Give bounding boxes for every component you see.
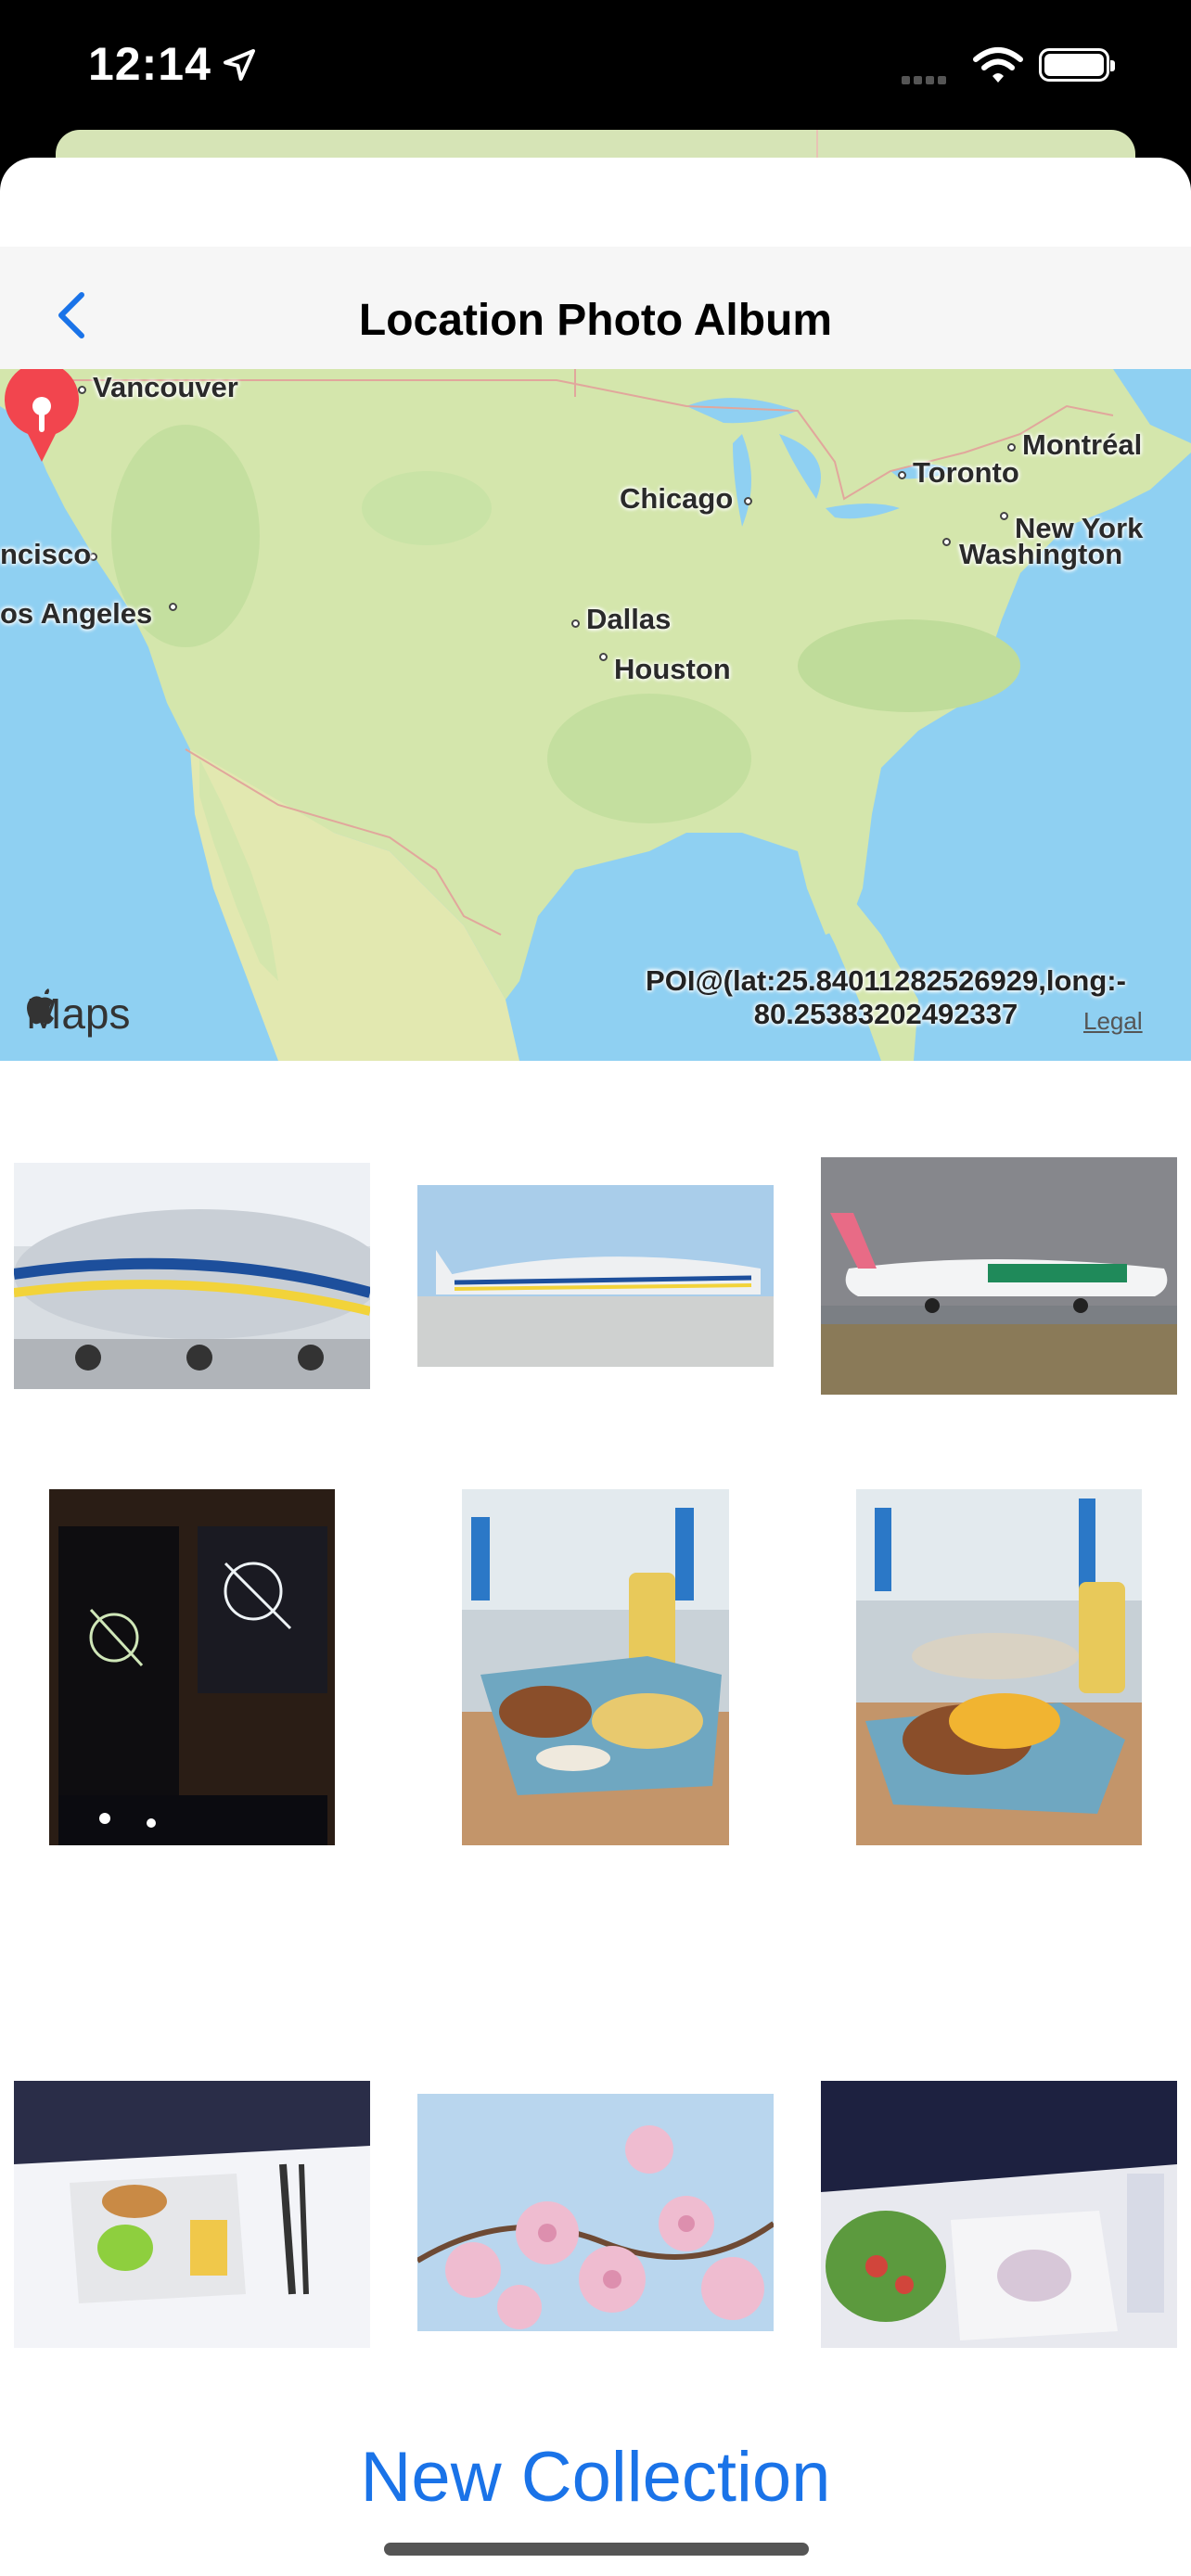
city-dot (1000, 512, 1008, 520)
battery-icon (1039, 48, 1115, 82)
legal-link[interactable]: Legal (1083, 1007, 1143, 1036)
city-label: Washington (959, 538, 1123, 570)
photo-thumbnail[interactable] (14, 2081, 370, 2348)
status-time: 12:14 (88, 38, 211, 90)
home-indicator (384, 2543, 809, 2556)
city-dot (744, 497, 752, 505)
city-label: Vancouver (93, 371, 238, 403)
photo-thumbnail[interactable] (49, 1489, 335, 1845)
wifi-icon (973, 47, 1023, 83)
navigation-bar: Location Photo Album (0, 247, 1191, 369)
album-sheet: Location Photo Album Vancouver Montréal … (0, 158, 1191, 2576)
photo-thumbnail[interactable] (856, 1489, 1142, 1845)
city-label: Toronto (913, 456, 1019, 489)
city-label: os Angeles (0, 597, 153, 630)
city-dot (571, 619, 580, 628)
cellular-signal-icon (902, 72, 950, 89)
photo-thumbnail[interactable] (462, 1489, 729, 1845)
city-dot (1007, 443, 1016, 452)
photo-thumbnail[interactable] (821, 2081, 1177, 2348)
poi-label-line1: POI@(lat:25.84011282526929,long:- (646, 964, 1126, 997)
maps-attribution: Maps (26, 988, 130, 1039)
city-label: Houston (614, 653, 731, 685)
map-view[interactable]: Vancouver Montréal Toronto Chicago New Y… (0, 369, 1191, 1061)
page-title: Location Photo Album (358, 296, 833, 345)
city-dot (169, 603, 177, 611)
photo-thumbnail[interactable] (417, 1185, 774, 1367)
location-arrow-icon (224, 49, 255, 81)
status-bar: 12:14 (0, 0, 1191, 139)
city-label: Montréal (1022, 428, 1143, 461)
city-label: ncisco (0, 538, 92, 570)
city-label: Dallas (586, 603, 672, 635)
city-dot (898, 471, 906, 479)
photo-thumbnail[interactable] (417, 2094, 774, 2331)
photo-thumbnail[interactable] (14, 1163, 370, 1389)
map-pin-icon[interactable] (0, 369, 83, 462)
city-label: Chicago (620, 482, 734, 515)
city-dot (599, 653, 608, 661)
city-dot (942, 538, 951, 546)
apple-logo-icon (27, 988, 54, 1025)
photo-thumbnail[interactable] (821, 1157, 1177, 1395)
new-collection-button[interactable]: New Collection (0, 2437, 1191, 2518)
